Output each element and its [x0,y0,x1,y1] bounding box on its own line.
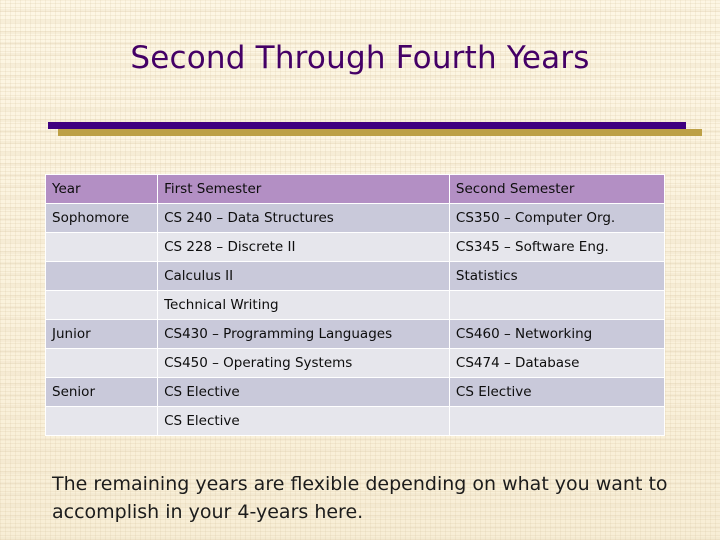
column-header-year: Year [46,175,158,203]
table-row: CS 228 – Discrete II CS345 – Software Eng… [46,233,664,261]
divider-bar-primary [48,122,686,129]
cell-second-semester: CS345 – Software Eng. [449,233,664,261]
cell-first-semester: CS 240 – Data Structures [158,204,449,232]
cell-year: Senior [46,378,158,406]
table-row: Technical Writing [46,291,664,319]
cell-second-semester: Statistics [449,262,664,290]
cell-first-semester: CS450 – Operating Systems [158,349,449,377]
cell-year [46,262,158,290]
column-header-first-semester: First Semester [158,175,449,203]
cell-first-semester: CS430 – Programming Languages [158,320,449,348]
table-row: Sophomore CS 240 – Data Structures CS350 –… [46,204,664,232]
table-header: Year First Semester Second Semester [46,175,664,203]
divider-bar-secondary [58,129,702,136]
cell-year: Junior [46,320,158,348]
cell-year [46,349,158,377]
slide-canvas: Second Through Fourth Years Year First S… [0,0,720,540]
cell-first-semester: Technical Writing [158,291,449,319]
cell-second-semester [449,291,664,319]
cell-second-semester: CS350 – Computer Org. [449,204,664,232]
cell-first-semester: Calculus II [158,262,449,290]
column-header-second-semester: Second Semester [449,175,664,203]
table-row: Junior CS430 – Programming Languages CS460… [46,320,664,348]
table-row: CS450 – Operating Systems CS474 – Databas… [46,349,664,377]
table-header-row: Year First Semester Second Semester [46,175,664,203]
cell-second-semester [449,407,664,435]
cell-first-semester: CS Elective [158,407,449,435]
slide-caption: The remaining years are flexible dependi… [52,473,668,523]
curriculum-table: Year First Semester Second Semester Soph… [45,174,665,436]
cell-year [46,291,158,319]
table-body: Sophomore CS 240 – Data Structures CS350 –… [46,204,664,435]
cell-year [46,407,158,435]
table-row: Calculus II Statistics [46,262,664,290]
cell-second-semester: CS Elective [449,378,664,406]
cell-first-semester: CS 228 – Discrete II [158,233,449,261]
cell-year: Sophomore [46,204,158,232]
cell-second-semester: CS460 – Networking [449,320,664,348]
slide-title: Second Through Fourth Years [130,40,590,76]
table-row: Senior CS Elective CS Elective [46,378,664,406]
cell-year [46,233,158,261]
cell-first-semester: CS Elective [158,378,449,406]
cell-second-semester: CS474 – Database [449,349,664,377]
table-row: CS Elective [46,407,664,435]
